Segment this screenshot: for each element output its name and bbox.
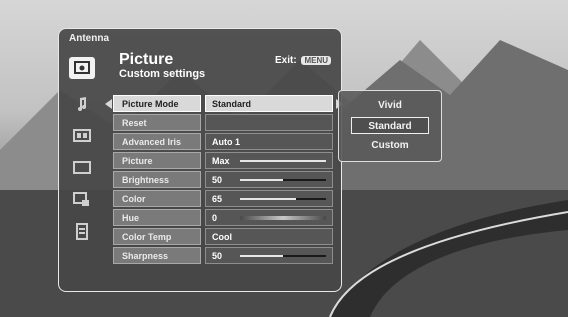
- option-vivid[interactable]: Vivid: [351, 97, 429, 114]
- setting-value: [205, 114, 333, 131]
- slider-fill: [240, 179, 283, 181]
- sharpness-slider[interactable]: [240, 255, 326, 257]
- setting-value-text: 0: [212, 213, 218, 223]
- setup-icon[interactable]: [69, 221, 95, 243]
- setting-value-text: 50: [212, 251, 223, 261]
- channel-icon[interactable]: [69, 125, 95, 147]
- picture-icon[interactable]: [69, 57, 95, 79]
- menu-key-badge: MENU: [301, 56, 331, 65]
- setting-value: 65: [205, 190, 333, 207]
- color-slider[interactable]: [240, 198, 326, 200]
- settings-panel: Antenna Picture Custom settings Exit: ME…: [58, 28, 343, 292]
- selection-left-arrow: [105, 99, 112, 109]
- setting-label: Brightness: [113, 171, 201, 188]
- setting-value: 50: [205, 247, 333, 264]
- setting-color[interactable]: Color 65: [113, 190, 335, 208]
- setting-value: 0: [205, 209, 333, 226]
- slider-fill: [240, 255, 283, 257]
- exit-label: Exit:: [274, 55, 297, 66]
- sound-icon[interactable]: [69, 93, 95, 115]
- input-source-label: Antenna: [69, 33, 109, 44]
- slider-fill: [240, 198, 296, 200]
- menu-title: Picture: [119, 51, 174, 68]
- slider-fill: [240, 160, 326, 162]
- brightness-slider[interactable]: [240, 179, 326, 181]
- setting-value: Standard: [205, 95, 333, 112]
- setting-value: 50: [205, 171, 333, 188]
- setting-picture[interactable]: Picture Max: [113, 152, 335, 170]
- setting-sharpness[interactable]: Sharpness 50: [113, 247, 335, 265]
- hue-slider[interactable]: [240, 216, 326, 220]
- exit-hint: Exit: MENU: [275, 55, 331, 66]
- setting-value: Max: [205, 152, 333, 169]
- setting-value-text: 65: [212, 194, 223, 204]
- setting-label: Picture: [113, 152, 201, 169]
- picture-mode-options: Vivid Standard Custom: [338, 90, 442, 162]
- setting-value: Auto 1: [205, 133, 333, 150]
- setting-color-temp[interactable]: Color Temp Cool: [113, 228, 335, 246]
- setting-label: Picture Mode: [113, 95, 201, 112]
- setting-value-text: 50: [212, 175, 223, 185]
- setting-hue[interactable]: Hue 0: [113, 209, 335, 227]
- setting-label: Reset: [113, 114, 201, 131]
- option-custom[interactable]: Custom: [351, 137, 429, 154]
- lock-icon[interactable]: [69, 189, 95, 211]
- screen-icon[interactable]: [69, 157, 95, 179]
- setting-advanced-iris[interactable]: Advanced Iris Auto 1: [113, 133, 335, 151]
- setting-label: Color Temp: [113, 228, 201, 245]
- setting-value: Cool: [205, 228, 333, 245]
- picture-slider[interactable]: [240, 160, 326, 162]
- setting-brightness[interactable]: Brightness 50: [113, 171, 335, 189]
- setting-value-text: Max: [212, 156, 230, 166]
- setting-label: Hue: [113, 209, 201, 226]
- setting-picture-mode[interactable]: Picture Mode Standard: [105, 95, 343, 113]
- setting-label: Advanced Iris: [113, 133, 201, 150]
- option-standard[interactable]: Standard: [351, 117, 429, 134]
- setting-label: Color: [113, 190, 201, 207]
- setting-reset[interactable]: Reset: [113, 114, 335, 132]
- menu-subtitle: Custom settings: [119, 68, 206, 80]
- setting-label: Sharpness: [113, 247, 201, 264]
